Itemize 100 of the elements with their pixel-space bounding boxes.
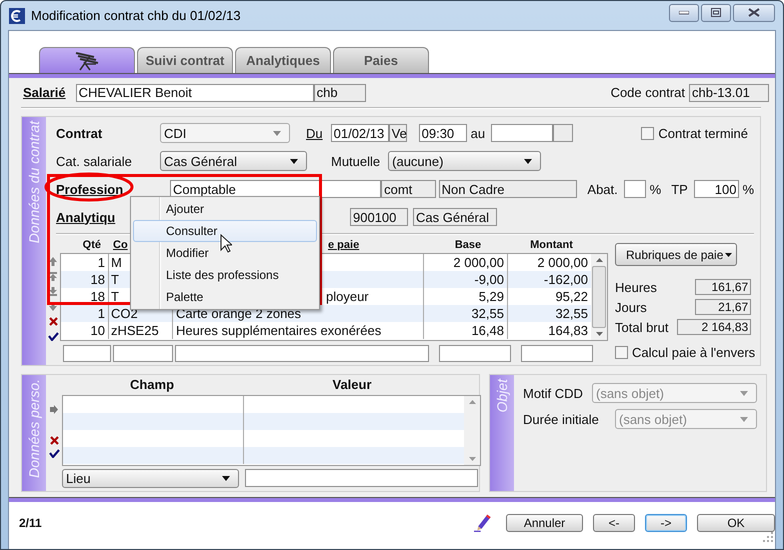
footer-button[interactable]: <- bbox=[593, 514, 635, 532]
percent-label: % bbox=[650, 182, 662, 196]
delete-icon[interactable] bbox=[50, 436, 58, 445]
label-input[interactable] bbox=[175, 345, 429, 362]
total-label: Total brut bbox=[615, 320, 668, 334]
contract-type-select[interactable]: CDI bbox=[160, 123, 290, 143]
part-time-field[interactable]: 100 bbox=[694, 180, 740, 198]
panel-title: Objet bbox=[494, 379, 510, 412]
close-button[interactable] bbox=[733, 4, 775, 22]
caret-icon bbox=[222, 476, 230, 481]
tab[interactable]: Suivi contrat bbox=[137, 47, 233, 73]
scrollbar[interactable] bbox=[464, 396, 480, 465]
move-bottom-icon[interactable] bbox=[49, 287, 57, 296]
move-icon[interactable] bbox=[50, 405, 58, 414]
end-date-field[interactable] bbox=[491, 124, 554, 142]
mutual-label: Mutuelle bbox=[331, 154, 380, 168]
minimize-icon bbox=[679, 10, 689, 14]
scroll-down-icon[interactable] bbox=[596, 332, 602, 336]
close-icon bbox=[747, 8, 761, 17]
field-label: Durée initiale bbox=[523, 412, 599, 426]
move-top-icon[interactable] bbox=[49, 272, 57, 281]
resize-grip-icon[interactable] bbox=[763, 532, 773, 542]
validate-icon[interactable] bbox=[48, 332, 58, 341]
table-cell-text: -162,00 bbox=[542, 271, 589, 288]
scroll-down-icon[interactable] bbox=[468, 457, 476, 461]
delete-icon[interactable] bbox=[48, 317, 58, 326]
abatement-label: Abat. bbox=[587, 182, 618, 196]
scroll-up-icon[interactable] bbox=[468, 400, 476, 404]
profession-field[interactable]: Comptable bbox=[170, 180, 382, 198]
column-header: Valeur bbox=[331, 376, 373, 392]
table-cell: zHSE25 bbox=[109, 322, 173, 339]
footer-button[interactable]: OK bbox=[697, 514, 775, 532]
panel-title: Données perso. bbox=[26, 379, 42, 478]
caret-icon bbox=[740, 416, 748, 422]
quantity-input[interactable] bbox=[63, 345, 111, 362]
mutual-select[interactable]: (aucune) bbox=[388, 151, 542, 171]
profession-label[interactable]: Profession bbox=[56, 182, 160, 196]
code-input[interactable] bbox=[113, 345, 173, 362]
scrollbar[interactable] bbox=[591, 254, 607, 340]
total-label: Jours bbox=[615, 300, 647, 314]
move-down-icon[interactable] bbox=[49, 302, 57, 311]
category-select[interactable]: Cas Général bbox=[160, 151, 307, 171]
total-label: Heures bbox=[615, 280, 657, 294]
field-label: Motif CDD bbox=[523, 386, 583, 400]
checkbox[interactable] bbox=[615, 346, 628, 359]
footer-button[interactable]: -> bbox=[645, 514, 687, 532]
abatement-field[interactable] bbox=[624, 180, 646, 198]
pencil-icon[interactable] bbox=[474, 512, 492, 534]
table-cell: 18 bbox=[61, 271, 109, 288]
tab[interactable]: Analytiques bbox=[235, 47, 331, 73]
part-time-label: TP bbox=[671, 182, 688, 196]
record-counter: 2/11 bbox=[19, 516, 42, 530]
panel-title: Données du contrat bbox=[26, 121, 42, 244]
column-header: Qté bbox=[82, 239, 102, 251]
table-cell-text: 95,22 bbox=[554, 288, 589, 305]
status-field: Non Cadre bbox=[438, 180, 578, 198]
profession-code-field: comt bbox=[381, 180, 436, 198]
checkbox-label: Contrat terminé bbox=[658, 126, 748, 140]
start-date-link[interactable]: Du bbox=[306, 126, 323, 140]
table-cell: Heures supplémentaires exonérées bbox=[176, 323, 382, 338]
footer-button[interactable]: Annuler bbox=[506, 514, 583, 532]
menu-item[interactable]: Consulter bbox=[133, 220, 317, 242]
pay-items-button[interactable]: Rubriques de paie bbox=[615, 243, 737, 266]
checkbox[interactable] bbox=[641, 126, 654, 140]
base-input[interactable] bbox=[439, 345, 511, 362]
mouse-pointer-icon bbox=[220, 234, 232, 253]
column-header: Montant bbox=[529, 239, 574, 251]
checkbox-label: Calcul paie à l'envers bbox=[632, 345, 756, 360]
minimize-button[interactable] bbox=[669, 4, 699, 22]
table-cell: 10 bbox=[61, 322, 109, 339]
validate-icon[interactable] bbox=[48, 449, 60, 458]
end-weekday-field bbox=[553, 124, 574, 142]
total-value: 2 164,83 bbox=[677, 319, 752, 335]
table-cell-text: 164,83 bbox=[547, 322, 589, 339]
caret-icon bbox=[740, 390, 748, 396]
employee-name-field[interactable]: CHEVALIER Benoit bbox=[76, 84, 314, 102]
caret-icon bbox=[524, 158, 532, 164]
table-cell: 16,48 bbox=[424, 322, 508, 339]
field-select[interactable]: Lieu bbox=[62, 469, 239, 488]
move-up-icon[interactable] bbox=[49, 257, 57, 266]
end-date-label: au bbox=[470, 126, 486, 140]
tab[interactable]: Paies bbox=[333, 47, 429, 73]
analytics-category-field: Cas Général bbox=[413, 208, 497, 226]
maximize-button[interactable] bbox=[701, 4, 731, 22]
euro-app-icon bbox=[9, 8, 25, 24]
tab[interactable] bbox=[39, 47, 135, 73]
weekday-field: Ve bbox=[388, 124, 407, 142]
menu-item[interactable]: Ajouter bbox=[133, 198, 317, 220]
maximize-icon bbox=[711, 8, 721, 17]
table-cell-text: 32,55 bbox=[554, 305, 589, 322]
column-header: Champ bbox=[128, 376, 176, 392]
value-input[interactable] bbox=[245, 469, 478, 487]
table-cell: ployeur bbox=[326, 289, 369, 304]
start-time-field[interactable]: 09:30 bbox=[418, 124, 467, 142]
employee-code-field: chb bbox=[314, 84, 366, 102]
contract-label: Contrat bbox=[56, 126, 104, 140]
amount-input[interactable] bbox=[521, 345, 593, 362]
employee-label[interactable]: Salarié bbox=[23, 85, 66, 100]
start-date-field[interactable]: 01/02/13 bbox=[330, 124, 389, 142]
scroll-up-icon[interactable] bbox=[596, 258, 602, 262]
